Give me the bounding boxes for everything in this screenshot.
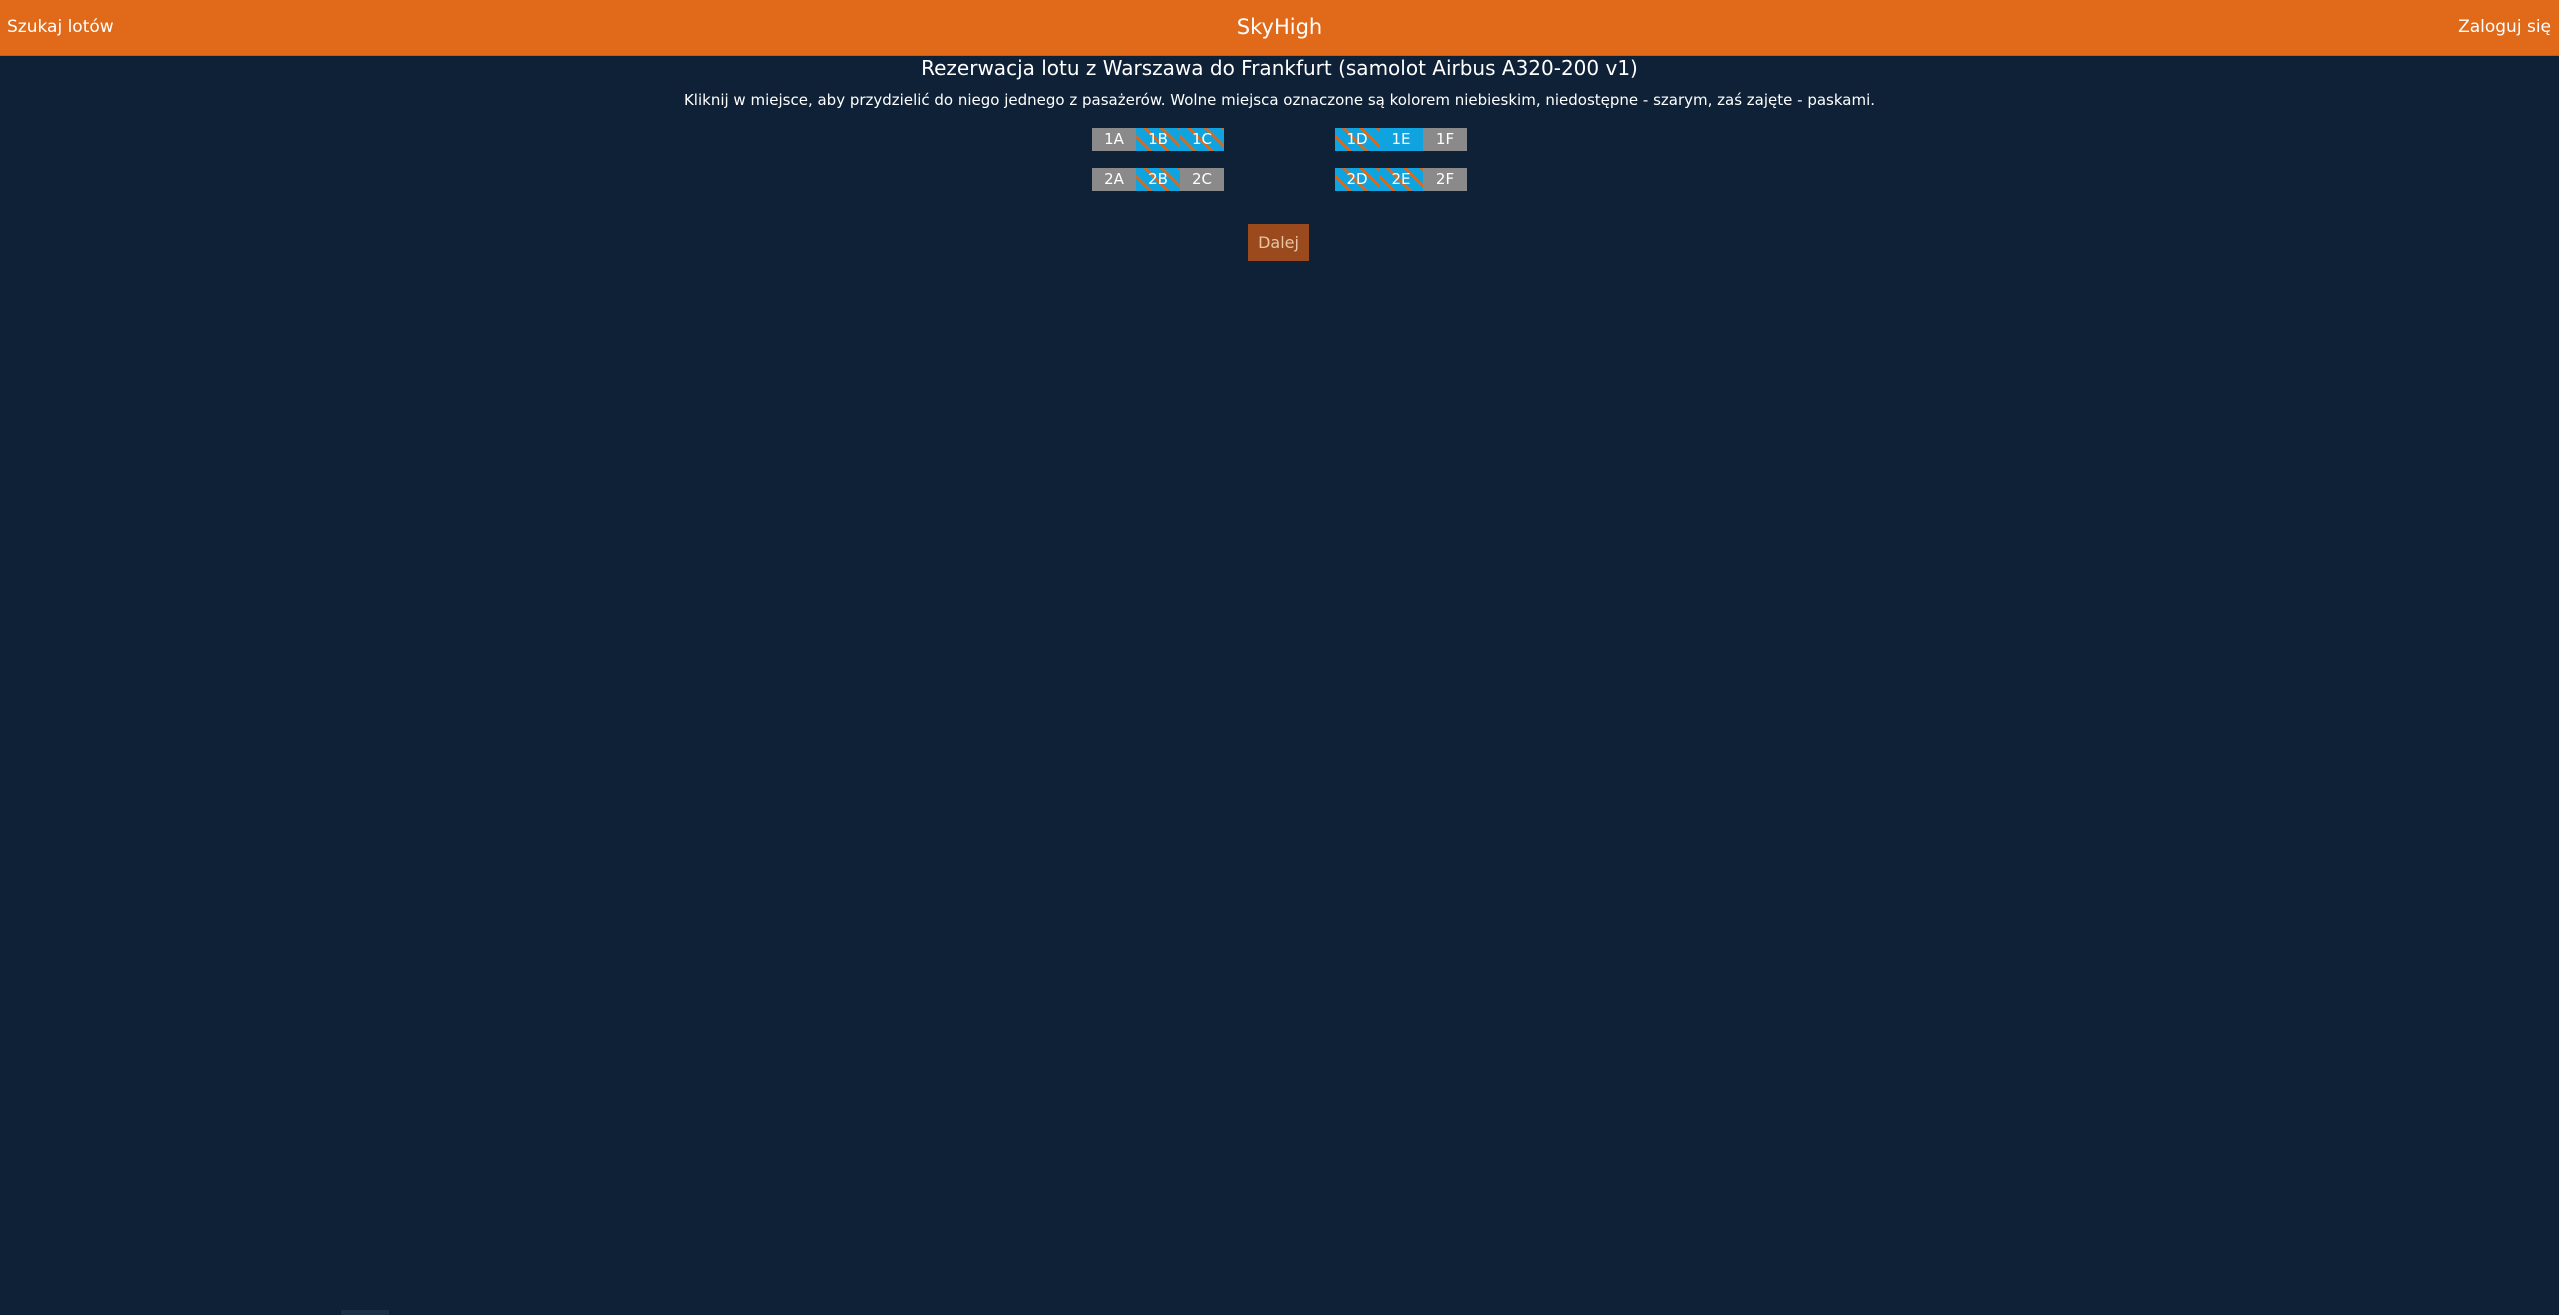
seat-instructions: Kliknij w miejsce, aby przydzielić do ni… [683,91,1876,109]
seat-1c[interactable]: 1C [1180,128,1224,151]
top-navbar: Szukaj lotów SkyHigh Zaloguj się [0,0,2559,56]
seat-group-row1-right: 1D 1E 1F [1335,128,1467,151]
bottom-edge-mark [341,1310,389,1315]
seat-2e[interactable]: 2E [1379,168,1423,191]
seat-group-row2-left: 2A 2B 2C [1092,168,1224,191]
seat-group-row1-left: 1A 1B 1C [1092,128,1224,151]
seat-1d[interactable]: 1D [1335,128,1379,151]
seat-1e[interactable]: 1E [1379,128,1423,151]
seat-1f[interactable]: 1F [1423,128,1467,151]
seat-1b[interactable]: 1B [1136,128,1180,151]
seat-2c[interactable]: 2C [1180,168,1224,191]
seat-2a[interactable]: 2A [1092,168,1136,191]
search-flights-link[interactable]: Szukaj lotów [7,16,114,38]
brand-logo-text: SkyHigh [1236,15,1323,39]
next-button[interactable]: Dalej [1248,224,1309,261]
seat-1a[interactable]: 1A [1092,128,1136,151]
seat-2f[interactable]: 2F [1423,168,1467,191]
page-title: Rezerwacja lotu z Warszawa do Frankfurt … [921,56,1638,80]
login-link[interactable]: Zaloguj się [2458,16,2551,38]
seat-group-row2-right: 2D 2E 2F [1335,168,1467,191]
seat-2b[interactable]: 2B [1136,168,1180,191]
seat-2d[interactable]: 2D [1335,168,1379,191]
